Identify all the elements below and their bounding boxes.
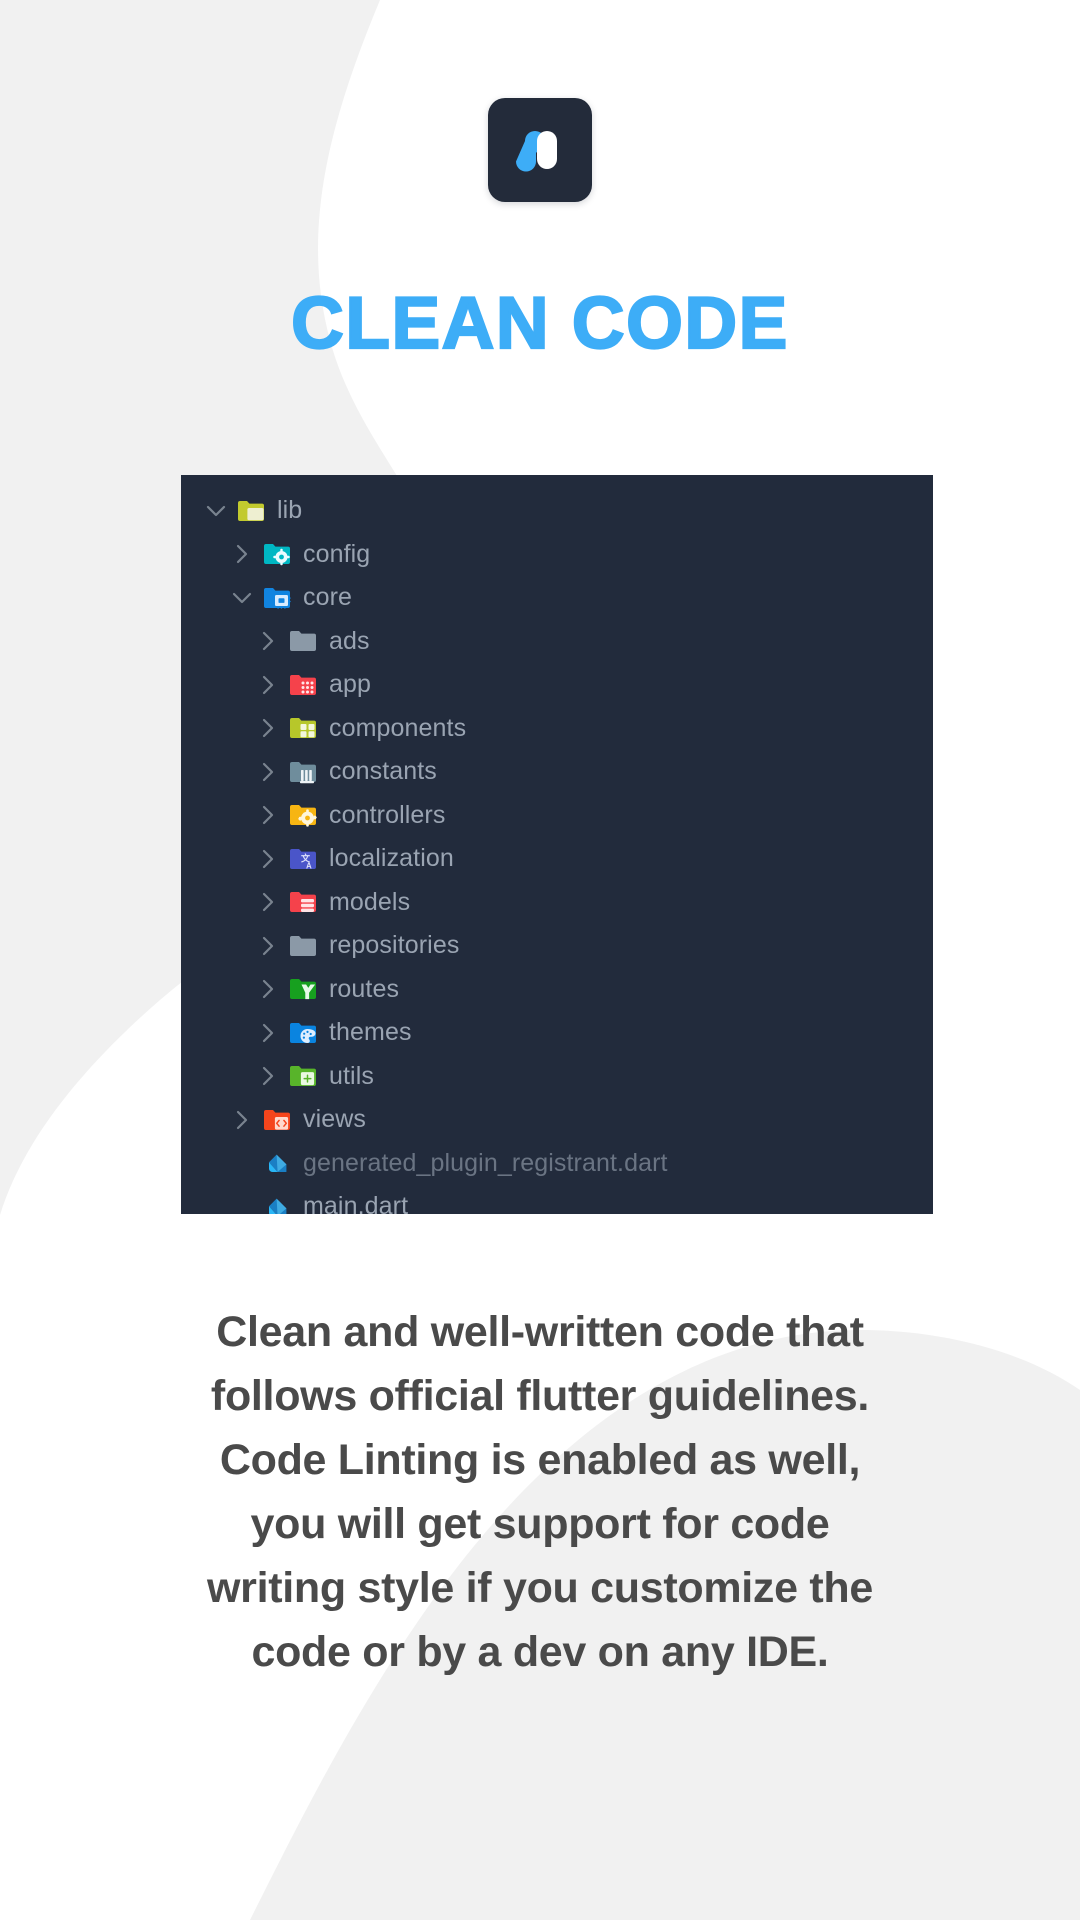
tree-row-label: generated_plugin_registrant.dart bbox=[303, 1148, 668, 1177]
description-line: follows official flutter guidelines. bbox=[210, 1372, 870, 1420]
promo-slide: CLEAN CODE lib config core ads app components… bbox=[0, 0, 1080, 1920]
chevron-right-icon[interactable] bbox=[255, 889, 281, 915]
chevron-right-icon[interactable] bbox=[229, 541, 255, 567]
tree-row-label: models bbox=[329, 887, 411, 916]
tree-row-label: lib bbox=[277, 496, 303, 525]
tree-row-label: views bbox=[303, 1105, 367, 1134]
chevron-placeholder bbox=[229, 1150, 255, 1176]
folder-utils-icon bbox=[289, 1064, 317, 1088]
description-line: code or by a dev on any IDE. bbox=[251, 1628, 829, 1676]
chevron-placeholder bbox=[229, 1194, 255, 1214]
tree-row[interactable]: controllers bbox=[181, 794, 933, 838]
page-title: CLEAN CODE bbox=[290, 283, 789, 364]
folder-views-icon bbox=[263, 1108, 291, 1132]
folder-plain-icon bbox=[289, 934, 317, 958]
tree-row[interactable]: components bbox=[181, 707, 933, 751]
tree-row-label: config bbox=[303, 539, 371, 568]
chevron-right-icon[interactable] bbox=[255, 846, 281, 872]
description-line: Code Linting is enabled as well, bbox=[219, 1436, 861, 1484]
logo-container bbox=[0, 98, 1080, 202]
folder-lib-icon bbox=[237, 499, 265, 523]
description-text: Clean and well-written code that follows … bbox=[96, 1300, 984, 1684]
file-tree-panel[interactable]: lib config core ads app components constants co… bbox=[181, 475, 933, 1214]
chevron-right-icon[interactable] bbox=[255, 672, 281, 698]
chevron-right-icon[interactable] bbox=[255, 1020, 281, 1046]
chevron-right-icon[interactable] bbox=[255, 802, 281, 828]
dart-file-icon bbox=[263, 1195, 291, 1214]
folder-controllers-icon bbox=[289, 803, 317, 827]
description-line: writing style if you customize the bbox=[207, 1564, 873, 1612]
tree-row[interactable]: lib bbox=[181, 489, 933, 533]
chevron-right-icon[interactable] bbox=[255, 628, 281, 654]
tree-row[interactable]: utils bbox=[181, 1055, 933, 1099]
tree-row[interactable]: config bbox=[181, 533, 933, 577]
tree-row[interactable]: constants bbox=[181, 750, 933, 794]
app-logo-tile bbox=[488, 98, 592, 202]
description-line: Clean and well-written code that bbox=[216, 1308, 864, 1356]
folder-routes-icon bbox=[289, 977, 317, 1001]
folder-components-icon bbox=[289, 716, 317, 740]
chevron-right-icon[interactable] bbox=[255, 933, 281, 959]
folder-localization-icon: 文A bbox=[289, 847, 317, 871]
tree-row[interactable]: main.dart bbox=[181, 1185, 933, 1214]
tree-row-label: app bbox=[329, 670, 372, 699]
chevron-down-icon[interactable] bbox=[203, 498, 229, 524]
tree-row[interactable]: views bbox=[181, 1098, 933, 1142]
tree-row-label: localization bbox=[329, 844, 454, 873]
tree-row[interactable]: generated_plugin_registrant.dart bbox=[181, 1142, 933, 1186]
chevron-right-icon[interactable] bbox=[255, 976, 281, 1002]
nucleus-n-logo-icon bbox=[516, 131, 557, 172]
chevron-right-icon[interactable] bbox=[229, 1107, 255, 1133]
tree-row-label: utils bbox=[329, 1061, 374, 1090]
tree-row-label: ads bbox=[329, 626, 370, 655]
tree-row-label: routes bbox=[329, 974, 400, 1003]
chevron-right-icon[interactable] bbox=[255, 759, 281, 785]
tree-row[interactable]: models bbox=[181, 881, 933, 925]
tree-row-label: core bbox=[303, 583, 353, 612]
tree-row-label: themes bbox=[329, 1018, 412, 1047]
folder-models-icon bbox=[289, 890, 317, 914]
chevron-right-icon[interactable] bbox=[255, 715, 281, 741]
tree-row-label: components bbox=[329, 713, 467, 742]
tree-row[interactable]: repositories bbox=[181, 924, 933, 968]
tree-row[interactable]: ads bbox=[181, 620, 933, 664]
tree-row-label: main.dart bbox=[303, 1192, 409, 1214]
folder-app-icon bbox=[289, 673, 317, 697]
folder-themes-icon bbox=[289, 1021, 317, 1045]
tree-row-label: controllers bbox=[329, 800, 446, 829]
chevron-right-icon[interactable] bbox=[255, 1063, 281, 1089]
folder-config-icon bbox=[263, 542, 291, 566]
folder-core-icon bbox=[263, 586, 291, 610]
dart-file-icon bbox=[263, 1151, 291, 1175]
chevron-down-icon[interactable] bbox=[229, 585, 255, 611]
svg-text:A: A bbox=[306, 861, 312, 870]
tree-row-label: constants bbox=[329, 757, 437, 786]
tree-row[interactable]: 文 A localization bbox=[181, 837, 933, 881]
tree-row[interactable]: routes bbox=[181, 968, 933, 1012]
folder-plain-icon bbox=[289, 629, 317, 653]
tree-row[interactable]: app bbox=[181, 663, 933, 707]
tree-row[interactable]: themes bbox=[181, 1011, 933, 1055]
tree-row-label: repositories bbox=[329, 931, 460, 960]
tree-row[interactable]: core bbox=[181, 576, 933, 620]
description-line: you will get support for code bbox=[250, 1500, 830, 1548]
folder-constants-icon bbox=[289, 760, 317, 784]
